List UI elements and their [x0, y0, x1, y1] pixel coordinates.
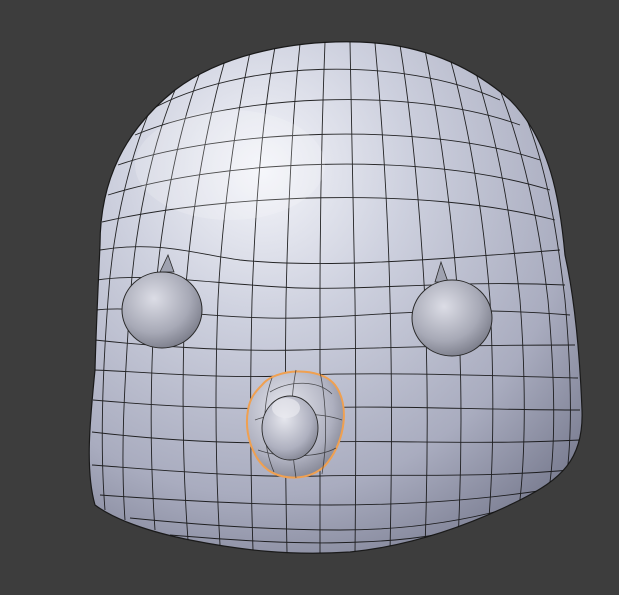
mesh-scene[interactable]: [0, 0, 619, 595]
surface-highlight: [135, 110, 325, 220]
nose-tip-highlight: [272, 398, 300, 418]
left-eye-ball: [121, 271, 203, 349]
right-eye-ball: [411, 279, 493, 357]
nose[interactable]: [246, 369, 345, 479]
3d-viewport[interactable]: [0, 0, 619, 595]
